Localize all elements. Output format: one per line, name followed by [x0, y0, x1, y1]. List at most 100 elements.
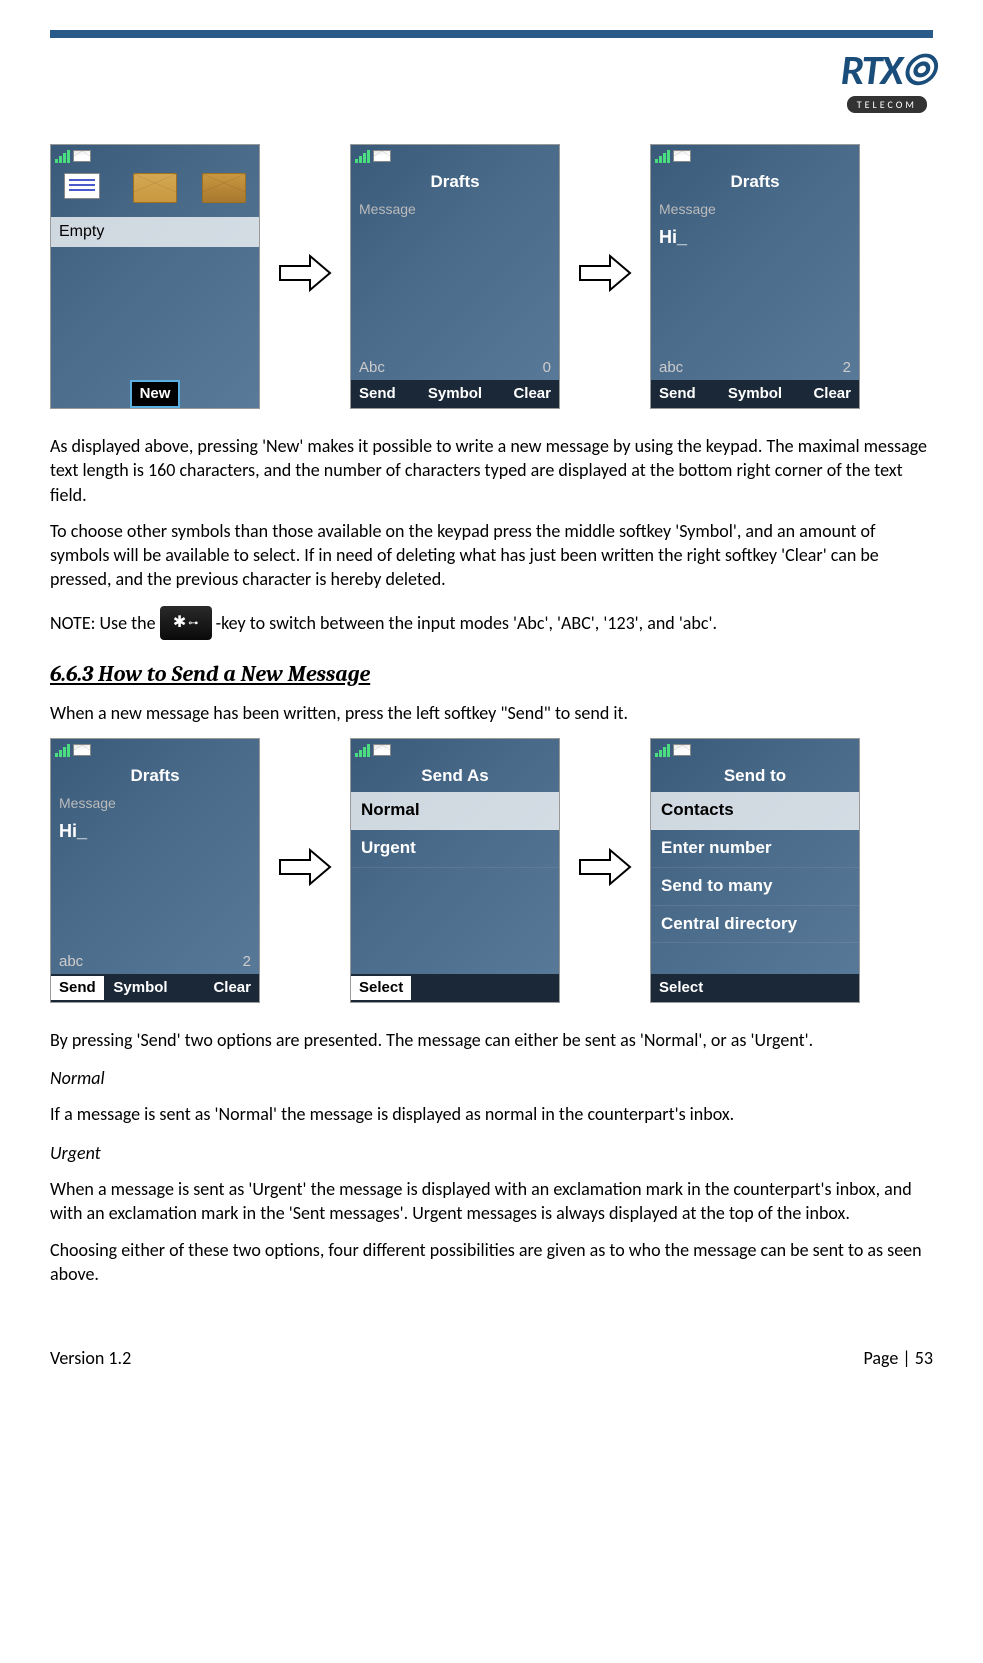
subheading-normal: Normal	[50, 1066, 933, 1090]
message-icon	[373, 150, 391, 162]
outbox-icon	[202, 173, 246, 211]
char-count: 2	[843, 358, 851, 378]
version-label: Version 1.2	[50, 1346, 131, 1370]
message-input[interactable]: Hi_	[51, 815, 259, 950]
paragraph: When a message is sent as 'Urgent' the m…	[50, 1177, 933, 1226]
softkey-bar: Select	[351, 974, 559, 1002]
softkey-symbol[interactable]: Symbol	[104, 978, 178, 998]
signal-icon	[355, 149, 370, 163]
softkey-bar: Send Symbol Clear	[651, 380, 859, 408]
screen-subtitle: Message	[651, 198, 859, 221]
softkey-bar: New	[51, 380, 259, 408]
input-mode: abc	[59, 952, 83, 972]
softkey-symbol[interactable]: Symbol	[723, 384, 787, 404]
status-bar	[351, 739, 559, 761]
logo-subtext: TELECOM	[847, 96, 927, 114]
phone-screen-draft-typed: Drafts Message Hi_ abc 2 Send Symbol Cle…	[650, 144, 860, 409]
header-logo: RTX⦾ TELECOM	[50, 43, 933, 124]
signal-icon	[655, 743, 670, 757]
softkey-bar: Select	[651, 974, 859, 1002]
menu-item-contacts[interactable]: Contacts	[651, 792, 859, 830]
screen-title: Drafts	[651, 167, 859, 198]
softkey-clear[interactable]: Clear	[787, 384, 859, 404]
char-count: 2	[243, 952, 251, 972]
softkey-new[interactable]: New	[130, 380, 181, 408]
write-message-icon	[64, 173, 108, 211]
message-input[interactable]: Hi_	[651, 221, 859, 356]
arrow-icon	[575, 248, 635, 304]
info-row: abc 2	[651, 356, 859, 380]
softkey-bar: Send Symbol Clear	[351, 380, 559, 408]
phone-screen-send-to: Send to Contacts Enter number Send to ma…	[650, 738, 860, 1003]
status-bar	[651, 145, 859, 167]
softkey-symbol[interactable]: Symbol	[423, 384, 487, 404]
paragraph: As displayed above, pressing 'New' makes…	[50, 434, 933, 507]
note-prefix: NOTE: Use the	[50, 611, 156, 635]
status-bar	[351, 145, 559, 167]
arrow-icon	[575, 842, 635, 898]
screenshot-row-2: Drafts Message Hi_ abc 2 Send Symbol Cle…	[50, 738, 933, 1003]
signal-icon	[55, 149, 70, 163]
menu-item-urgent[interactable]: Urgent	[351, 830, 559, 868]
char-count: 0	[543, 358, 551, 378]
menu-item-enter-number[interactable]: Enter number	[651, 830, 859, 868]
screen-title: Drafts	[51, 761, 259, 792]
page-number: Page | 53	[864, 1346, 934, 1370]
message-icon	[73, 150, 91, 162]
empty-label: Empty	[51, 217, 259, 247]
input-text: Hi_	[659, 227, 687, 247]
phone-screen-draft-empty: Drafts Message Abc 0 Send Symbol Clear	[350, 144, 560, 409]
subheading-urgent: Urgent	[50, 1141, 933, 1165]
softkey-select[interactable]: Select	[651, 978, 759, 998]
softkey-select[interactable]: Select	[351, 976, 411, 1000]
paragraph: By pressing 'Send' two options are prese…	[50, 1028, 933, 1052]
phone-screen-drafts-list: Empty New	[50, 144, 260, 409]
info-row: Abc 0	[351, 356, 559, 380]
arrow-icon	[275, 842, 335, 898]
phone-screen-send-as: Send As Normal Urgent Select	[350, 738, 560, 1003]
input-text: Hi_	[59, 821, 87, 841]
input-mode: Abc	[359, 358, 385, 378]
menu-list: Normal Urgent	[351, 792, 559, 974]
paragraph: To choose other symbols than those avail…	[50, 519, 933, 592]
menu-item-central-directory[interactable]: Central directory	[651, 906, 859, 944]
note-line: NOTE: Use the ✱ ⊶ -key to switch between…	[50, 606, 933, 640]
softkey-send[interactable]: Send	[51, 976, 104, 1000]
page-footer: Version 1.2 Page | 53	[50, 1346, 933, 1370]
star-key-icon: ✱ ⊶	[160, 606, 212, 640]
logo-text: RTX⦾	[841, 45, 933, 96]
screenshot-row-1: Empty New Drafts Message Abc 0 Send Symb…	[50, 144, 933, 409]
section-heading: 6.6.3 How to Send a New Message	[50, 660, 933, 690]
screen-subtitle: Message	[51, 792, 259, 815]
screen-subtitle: Message	[351, 198, 559, 221]
softkey-send[interactable]: Send	[351, 384, 423, 404]
icon-row	[51, 167, 259, 217]
signal-icon	[655, 149, 670, 163]
message-icon	[373, 744, 391, 756]
signal-icon	[55, 743, 70, 757]
screen-title: Send to	[651, 761, 859, 792]
message-icon	[673, 744, 691, 756]
message-icon	[673, 150, 691, 162]
softkey-bar: Send Symbol Clear	[51, 974, 259, 1002]
signal-icon	[355, 743, 370, 757]
arrow-icon	[275, 248, 335, 304]
paragraph: Choosing either of these two options, fo…	[50, 1238, 933, 1287]
status-bar	[51, 739, 259, 761]
message-input[interactable]	[351, 221, 559, 356]
info-row: abc 2	[51, 950, 259, 974]
softkey-clear[interactable]: Clear	[487, 384, 559, 404]
paragraph: If a message is sent as 'Normal' the mes…	[50, 1102, 933, 1126]
header-rule	[50, 30, 933, 38]
softkey-send[interactable]: Send	[651, 384, 723, 404]
screen-title: Send As	[351, 761, 559, 792]
message-icon	[73, 744, 91, 756]
input-mode: abc	[659, 358, 683, 378]
menu-item-send-to-many[interactable]: Send to many	[651, 868, 859, 906]
menu-item-normal[interactable]: Normal	[351, 792, 559, 830]
inbox-icon	[133, 173, 177, 211]
softkey-clear[interactable]: Clear	[177, 978, 259, 998]
menu-list: Contacts Enter number Send to many Centr…	[651, 792, 859, 974]
status-bar	[651, 739, 859, 761]
screen-title: Drafts	[351, 167, 559, 198]
